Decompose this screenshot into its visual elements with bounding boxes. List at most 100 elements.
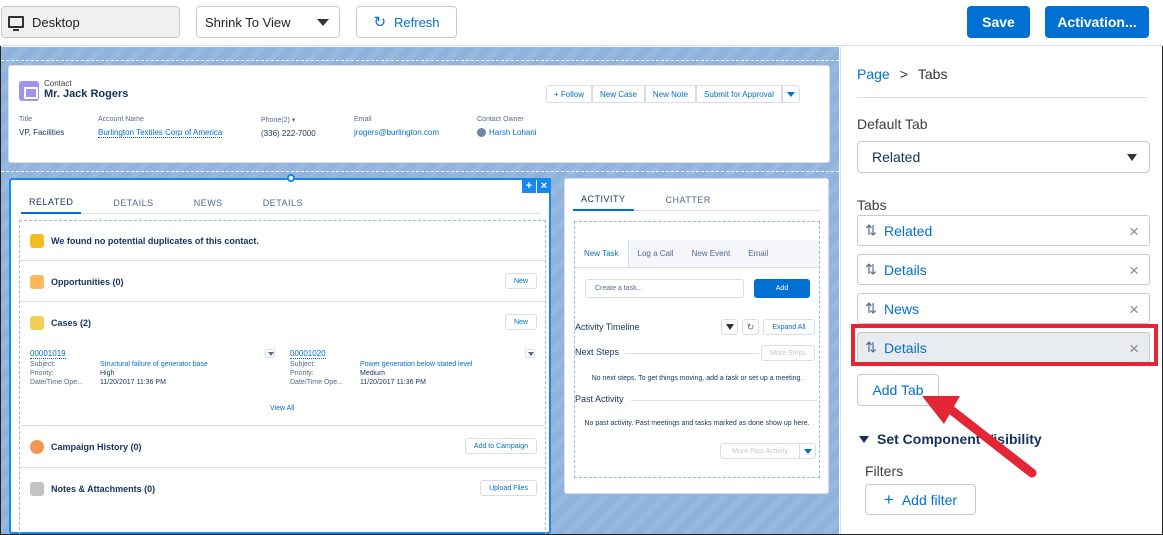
- drag-handle-icon[interactable]: ⇅: [858, 300, 884, 317]
- activity-component[interactable]: ACTIVITY CHATTER New Task Log a Call New…: [564, 178, 829, 494]
- contact-highlights-card[interactable]: Contact Mr. Jack Rogers + Follow New Cas…: [8, 65, 830, 163]
- field-value: (336) 222-7000: [261, 129, 316, 138]
- submit-approval-button[interactable]: Submit for Approval: [696, 85, 782, 103]
- case-field: Date/Time Ope... 11/20/2017 11:36 PM: [30, 379, 166, 386]
- tab-list-item[interactable]: ⇅ Related ×: [857, 215, 1150, 246]
- new-opportunity-button[interactable]: New: [504, 273, 537, 289]
- field-label: Title: [19, 116, 32, 123]
- more-steps-button[interactable]: More Steps: [761, 345, 815, 361]
- device-selector[interactable]: Desktop: [1, 6, 180, 38]
- case-menu-button[interactable]: [265, 349, 275, 358]
- activity-area: New Task Log a Call New Event Email Crea…: [574, 221, 820, 478]
- default-tab-select[interactable]: Related: [857, 141, 1150, 173]
- device-label: Desktop: [32, 14, 80, 30]
- breadcrumb-current: Tabs: [917, 66, 948, 82]
- close-icon[interactable]: ×: [537, 178, 551, 193]
- page-canvas: Contact Mr. Jack Rogers + Follow New Cas…: [1, 47, 839, 534]
- divider: [857, 97, 1148, 98]
- add-filter-button[interactable]: + Add filter: [865, 484, 976, 515]
- tab-details-2[interactable]: DETAILS: [255, 192, 311, 214]
- tabs-label: Tabs: [857, 197, 887, 213]
- past-activity-message: No past activity. Past meetings and task…: [584, 420, 810, 427]
- more-past-activity-button[interactable]: More Past Activity: [720, 443, 800, 459]
- related-list-area: We found no potential duplicates of this…: [19, 220, 546, 534]
- breadcrumb-separator: >: [899, 66, 908, 82]
- add-to-campaign-button[interactable]: Add to Campaign: [464, 438, 537, 454]
- create-task-input[interactable]: Create a task...: [585, 279, 744, 298]
- upload-files-button[interactable]: Upload Files: [480, 480, 537, 496]
- add-tab-button[interactable]: Add Tab: [857, 374, 939, 406]
- field-label: Email: [354, 116, 372, 123]
- campaign-title: Campaign History (0): [51, 442, 142, 452]
- tab-new-event[interactable]: New Event: [683, 240, 740, 267]
- new-case-button[interactable]: New Case: [592, 85, 645, 103]
- desktop-icon: [8, 16, 24, 31]
- follow-button[interactable]: + Follow: [546, 85, 593, 103]
- case-menu-button[interactable]: [525, 349, 535, 358]
- tabs-component-selected[interactable]: + × RELATED DETAILS NEWS DETAILS We foun…: [9, 174, 551, 534]
- tab-item-label[interactable]: Details: [884, 262, 927, 278]
- add-component-icon[interactable]: +: [522, 178, 536, 193]
- default-tab-label: Default Tab: [857, 116, 928, 132]
- default-tab-value: Related: [872, 149, 921, 165]
- field-label: Account Name: [98, 116, 144, 123]
- tab-item-label[interactable]: Related: [884, 223, 932, 239]
- owner-link[interactable]: Harsh Lohani: [489, 128, 537, 137]
- component-visibility-toggle[interactable]: Set Component Visibility: [859, 431, 1042, 447]
- tab-list-item[interactable]: ⇅ Details ×: [857, 254, 1150, 285]
- more-actions-button[interactable]: [781, 85, 800, 103]
- next-steps-label: Next Steps: [575, 347, 620, 357]
- view-size-select[interactable]: Shrink To View: [196, 6, 340, 38]
- email-link[interactable]: jrogers@burlington.com: [354, 128, 439, 137]
- new-note-button[interactable]: New Note: [644, 85, 697, 103]
- breadcrumb-page-link[interactable]: Page: [857, 66, 890, 82]
- drop-zone-line: [1, 60, 839, 61]
- tab-chatter[interactable]: CHATTER: [658, 189, 719, 211]
- drop-zone-line: [1, 171, 839, 172]
- tab-details[interactable]: DETAILS: [105, 192, 161, 214]
- expand-all-button[interactable]: Expand All: [763, 319, 815, 335]
- contact-name: Mr. Jack Rogers: [44, 88, 129, 100]
- tab-news[interactable]: NEWS: [186, 192, 231, 214]
- drag-handle-icon[interactable]: ⇅: [858, 222, 884, 239]
- resize-handle[interactable]: [287, 174, 295, 182]
- tab-email[interactable]: Email: [739, 240, 777, 267]
- filter-button[interactable]: [721, 319, 738, 335]
- avatar: [477, 128, 486, 138]
- tab-list-item[interactable]: ⇅ News ×: [857, 293, 1150, 324]
- remove-icon[interactable]: ×: [1129, 222, 1139, 242]
- opportunities-section: Opportunities (0) New: [20, 261, 545, 302]
- filter-icon: [725, 324, 734, 330]
- field-title: Title VP, Facilities: [19, 116, 64, 137]
- case-number-link[interactable]: 00001019: [30, 349, 66, 359]
- visibility-label: Set Component Visibility: [877, 431, 1042, 447]
- divider: [625, 353, 759, 354]
- activation-button[interactable]: Activation...: [1045, 6, 1149, 38]
- tab-related[interactable]: RELATED: [21, 192, 82, 214]
- drag-handle-icon[interactable]: ⇅: [858, 261, 884, 278]
- case-field: Subject: Structural failure of generator …: [30, 361, 208, 368]
- contact-icon: [19, 81, 39, 101]
- tab-item-label[interactable]: News: [884, 301, 919, 317]
- refresh-button[interactable]: ↻ Refresh: [356, 6, 457, 38]
- refresh-timeline-button[interactable]: ↻: [742, 319, 759, 335]
- component-tools: + ×: [521, 178, 551, 193]
- remove-icon[interactable]: ×: [1129, 261, 1139, 281]
- record-tabs: RELATED DETAILS NEWS DETAILS: [21, 192, 541, 214]
- add-task-button[interactable]: Add: [754, 279, 810, 298]
- save-button[interactable]: Save: [967, 6, 1030, 38]
- view-all-link[interactable]: View All: [270, 405, 294, 412]
- warning-icon: [30, 234, 44, 248]
- tab-log-call[interactable]: Log a Call: [629, 240, 683, 267]
- case-item: 00001020 Subject: Power generation below …: [290, 345, 535, 386]
- remove-icon[interactable]: ×: [1129, 300, 1139, 320]
- chevron-down-icon: [859, 435, 869, 443]
- new-case-related-button[interactable]: New: [504, 314, 537, 330]
- contact-action-buttons: + Follow New Case New Note Submit for Ap…: [546, 85, 800, 103]
- more-past-menu-button[interactable]: [799, 443, 816, 459]
- tab-activity[interactable]: ACTIVITY: [573, 189, 634, 211]
- tab-new-task[interactable]: New Task: [575, 240, 629, 267]
- account-link[interactable]: Burlington Textiles Corp of America: [98, 128, 223, 138]
- case-number-link[interactable]: 00001020: [290, 349, 326, 359]
- chevron-down-icon: [803, 448, 812, 454]
